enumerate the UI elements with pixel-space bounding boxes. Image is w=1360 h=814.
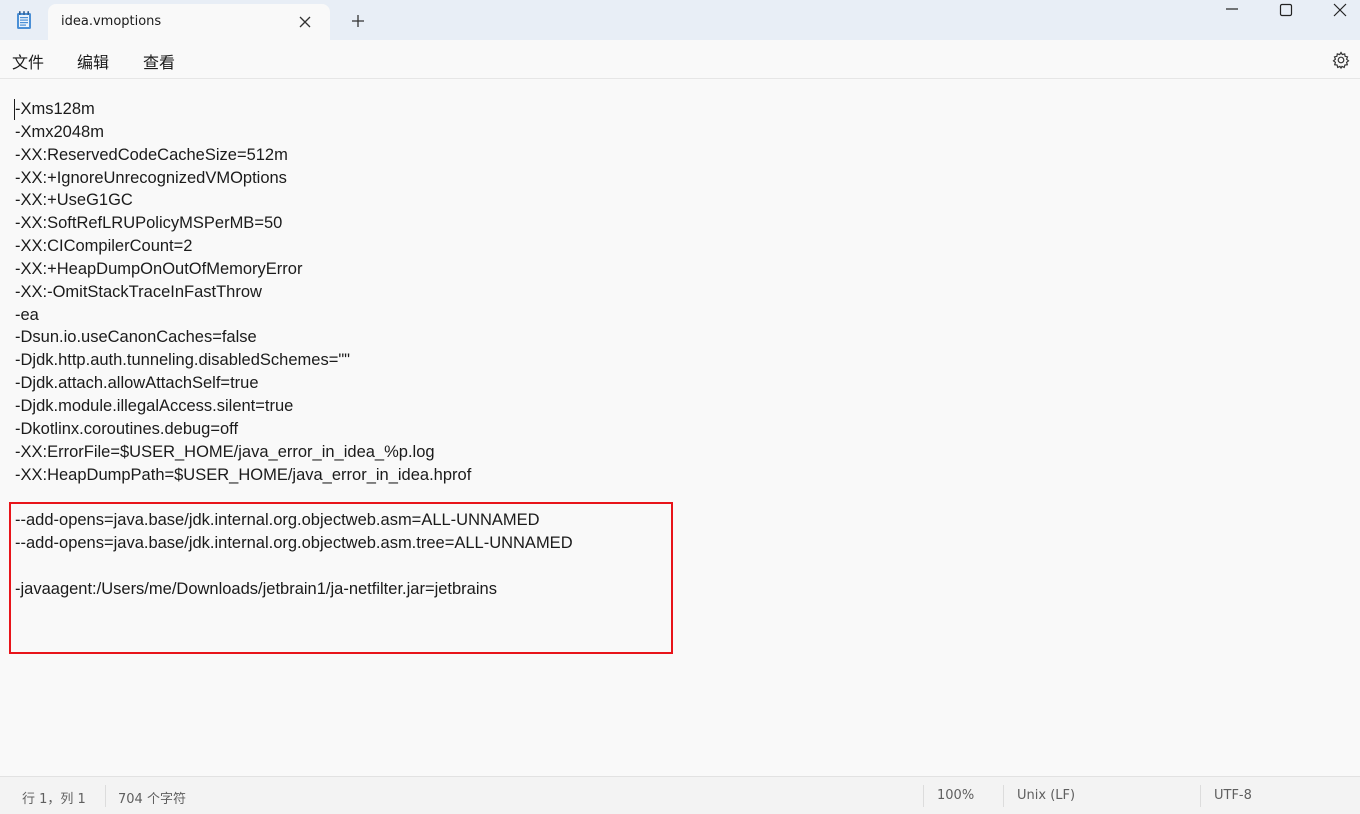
- minimize-icon: [1226, 8, 1238, 10]
- text-line[interactable]: -Dkotlinx.coroutines.debug=off: [15, 418, 573, 441]
- zoom-level[interactable]: 100%: [937, 788, 974, 803]
- menu-file[interactable]: 文件: [12, 49, 44, 73]
- text-line[interactable]: -Djdk.attach.allowAttachSelf=true: [15, 372, 573, 395]
- menu-bar: 文件 编辑 查看: [0, 40, 1360, 79]
- menu-edit[interactable]: 编辑: [77, 49, 109, 73]
- encoding[interactable]: UTF-8: [1214, 788, 1252, 803]
- maximize-icon: [1279, 3, 1293, 17]
- status-divider: [923, 785, 924, 807]
- window-close-button[interactable]: [1313, 0, 1360, 32]
- line-ending[interactable]: Unix (LF): [1017, 788, 1075, 803]
- notepad-window: idea.vmoptions 文件 编辑 查看 -Xms128m -Xmx204…: [0, 0, 1360, 814]
- text-line[interactable]: -XX:ErrorFile=$USER_HOME/java_error_in_i…: [15, 441, 573, 464]
- plus-icon[interactable]: [349, 12, 367, 30]
- gear-icon[interactable]: [1331, 50, 1351, 70]
- status-divider: [105, 785, 106, 807]
- text-line[interactable]: -Xms128m: [15, 98, 573, 121]
- cursor-position: 行 1，列 1: [22, 792, 86, 807]
- text-line[interactable]: -XX:+HeapDumpOnOutOfMemoryError: [15, 258, 573, 281]
- notepad-icon: [16, 10, 32, 30]
- character-count: 704 个字符: [118, 792, 186, 807]
- window-close-icon: [1333, 3, 1347, 17]
- text-line[interactable]: -XX:-OmitStackTraceInFastThrow: [15, 281, 573, 304]
- close-icon[interactable]: [296, 13, 314, 31]
- highlight-box: [9, 502, 673, 654]
- maximize-button[interactable]: [1259, 0, 1313, 32]
- text-editor[interactable]: -Xms128m -Xmx2048m -XX:ReservedCodeCacheSi…: [0, 79, 1360, 776]
- status-divider: [1200, 785, 1201, 807]
- text-line[interactable]: -XX:HeapDumpPath=$USER_HOME/java_error_i…: [15, 464, 573, 487]
- menu-view[interactable]: 查看: [143, 49, 175, 73]
- text-line[interactable]: -Dsun.io.useCanonCaches=false: [15, 326, 573, 349]
- text-line[interactable]: -XX:CICompilerCount=2: [15, 235, 573, 258]
- text-line[interactable]: -XX:ReservedCodeCacheSize=512m: [15, 144, 573, 167]
- text-line[interactable]: -Xmx2048m: [15, 121, 573, 144]
- text-line[interactable]: -XX:+UseG1GC: [15, 189, 573, 212]
- minimize-button[interactable]: [1205, 0, 1259, 32]
- text-line[interactable]: -Djdk.module.illegalAccess.silent=true: [15, 395, 573, 418]
- text-line[interactable]: -Djdk.http.auth.tunneling.disabledScheme…: [15, 349, 573, 372]
- title-bar: idea.vmoptions: [0, 0, 1360, 40]
- text-line[interactable]: -XX:SoftRefLRUPolicyMSPerMB=50: [15, 212, 573, 235]
- text-line[interactable]: -ea: [15, 304, 573, 327]
- status-bar: 行 1，列 1 704 个字符 100% Unix (LF) UTF-8: [0, 776, 1360, 814]
- tab-idea-vmoptions[interactable]: idea.vmoptions: [48, 4, 330, 40]
- text-line[interactable]: -XX:+IgnoreUnrecognizedVMOptions: [15, 167, 573, 190]
- tab-title: idea.vmoptions: [61, 14, 162, 29]
- status-divider: [1003, 785, 1004, 807]
